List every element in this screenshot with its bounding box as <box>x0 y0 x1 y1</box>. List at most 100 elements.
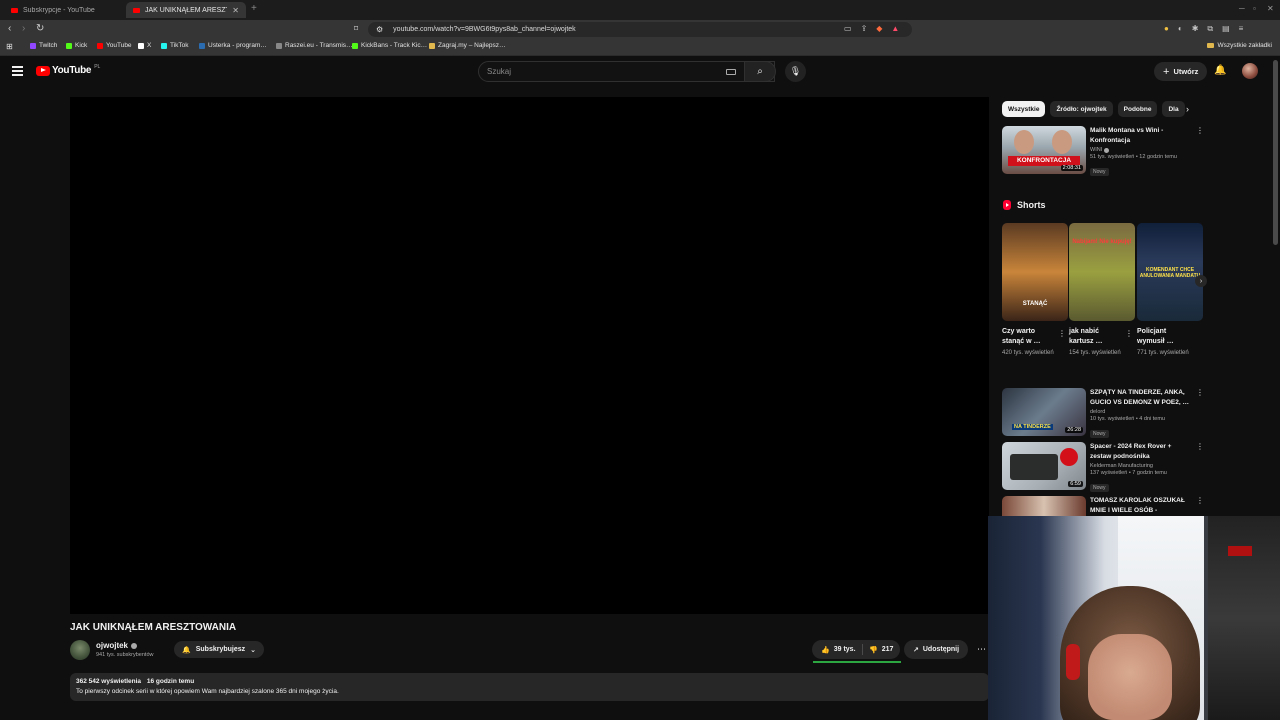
close-window-icon[interactable]: ✕ <box>1267 4 1274 13</box>
chip-related[interactable]: Podobne <box>1117 101 1158 117</box>
video-title-link[interactable]: TOMASZ KAROLAK OSZUKAŁ MNIE I WIELE OSÓB… <box>1090 496 1190 516</box>
extension-2-icon[interactable]: ◐ <box>1178 24 1183 34</box>
more-vert-icon[interactable]: ⋮ <box>1196 442 1204 451</box>
browser-tab-video[interactable]: JAK UNIKNĄŁEM ARESZTOWA… ✕ <box>126 2 246 18</box>
notifications-bell-icon[interactable]: 🔔 <box>1214 65 1226 76</box>
channel-name[interactable]: WINI <box>1090 147 1102 153</box>
short-thumbnail[interactable]: KOMENDANT CHCE ANULOWANIA MANDATU <box>1137 223 1203 321</box>
short-item[interactable]: STANĄĆ Czy warto stanąć w … 420 tys. wyś… <box>1002 223 1068 357</box>
bookmark-item[interactable]: Raszei.eu - Transmis… <box>276 42 353 49</box>
bookmark-item[interactable]: YouTube <box>97 42 132 49</box>
short-overlay-text: STANĄĆ <box>1022 301 1048 307</box>
video-title-link[interactable]: Spacer - 2024 Rex Rover + zestaw podnośn… <box>1090 442 1190 462</box>
more-vert-icon[interactable]: ⋮ <box>1196 388 1204 397</box>
recommendation-item[interactable]: NA TINDERZE 26:28 SZPĄTY NA TINDERZE, AN… <box>1002 388 1204 438</box>
short-title[interactable]: Policjant wymusił … <box>1137 327 1189 347</box>
bookmark-page-icon[interactable]: ⌑ <box>354 24 358 33</box>
brave-shield-icon[interactable]: ◆ <box>876 24 882 33</box>
youtube-logo[interactable]: YouTube PL <box>36 64 100 76</box>
bookmark-item[interactable]: Twitch <box>30 42 57 49</box>
bookmark-item[interactable]: Kick <box>66 42 87 49</box>
recommendation-item[interactable]: KONFRONTACJA 2:08:31 Malik Montana vs Wi… <box>1002 126 1204 176</box>
search-button[interactable]: ⌕ <box>744 61 776 82</box>
video-owner-row: ojwojtek 941 tys. subskrybentów 🔔 Subskr… <box>70 639 490 661</box>
thumbnail-vehicle <box>1010 454 1058 480</box>
short-item[interactable]: Nabijam! Nie kupuję! jak nabić kartusz …… <box>1069 223 1135 357</box>
short-title[interactable]: Czy warto stanąć w … <box>1002 327 1054 347</box>
channel-name-link[interactable]: ojwojtek <box>96 641 138 650</box>
page-scrollbar[interactable] <box>1273 60 1278 245</box>
account-avatar[interactable] <box>1242 63 1258 79</box>
channel-avatar[interactable] <box>70 640 90 660</box>
share-button[interactable]: ↗ Udostępnij <box>904 640 969 659</box>
verified-icon <box>131 642 138 649</box>
like-button[interactable]: 👍 39 tys. <box>812 644 863 655</box>
brave-rewards-icon[interactable]: ▲ <box>891 24 899 33</box>
channel-name[interactable]: Kelderman Manufacturing <box>1090 463 1153 469</box>
chip-all[interactable]: Wszystkie <box>1002 101 1046 117</box>
create-button[interactable]: + Utwórz <box>1154 62 1208 81</box>
subscriber-count: 941 tys. subskrybentów <box>96 652 154 658</box>
new-tab-icon[interactable]: + <box>251 3 257 14</box>
voice-search-button[interactable]: 🎙 <box>785 61 806 82</box>
bookmark-label: X <box>147 42 152 49</box>
site-info-icon[interactable]: ⚙ <box>376 25 383 34</box>
bookmark-item[interactable]: X <box>138 42 151 49</box>
install-app-icon[interactable]: ▭ <box>844 24 852 33</box>
more-vert-icon[interactable]: ⋮ <box>1125 329 1133 338</box>
minimize-icon[interactable]: ─ <box>1239 4 1245 13</box>
channel-name[interactable]: delord <box>1090 409 1105 415</box>
chevron-right-icon[interactable]: › <box>1186 104 1189 114</box>
reload-icon[interactable]: ↻ <box>36 23 44 34</box>
subscribed-button[interactable]: 🔔 Subskrybujesz ⌄ <box>174 641 265 658</box>
more-vert-icon[interactable]: ⋮ <box>1196 126 1204 135</box>
video-player[interactable] <box>70 97 989 614</box>
maximize-icon[interactable]: ▫ <box>1253 4 1256 13</box>
shorts-next-arrow-icon[interactable]: › <box>1195 275 1207 287</box>
search-placeholder: Szukaj <box>487 67 512 76</box>
video-title-link[interactable]: SZPĄTY NA TINDERZE, ANKA, GUCIO VS DEMON… <box>1090 388 1190 408</box>
recommendation-item[interactable]: 6:59 Spacer - 2024 Rex Rover + zestaw po… <box>1002 442 1204 492</box>
extensions-puzzle-icon[interactable]: ⧉ <box>1207 24 1213 34</box>
back-icon[interactable]: ‹ <box>8 23 11 34</box>
video-duration: 26:28 <box>1065 427 1083 433</box>
bookmark-item[interactable]: KickBans - Track Kic… <box>352 42 427 49</box>
extension-1-icon[interactable]: ● <box>1164 24 1169 34</box>
bookmark-item[interactable]: Usterka - program… <box>199 42 267 49</box>
url-field[interactable]: ⚙ youtube.com/watch?v=9BWG6t9pys8ab_chan… <box>368 22 912 37</box>
apps-grid-icon[interactable]: ⊞ <box>6 42 13 51</box>
webcam-person-face <box>1088 634 1172 720</box>
chip-from-channel[interactable]: Źródło: ojwojtek <box>1050 101 1113 117</box>
more-actions-icon[interactable]: ⋯ <box>974 640 989 659</box>
menu-icon[interactable]: ≡ <box>1239 24 1244 34</box>
sidebar-icon[interactable]: ▤ <box>1222 24 1230 34</box>
bookmark-label: Twitch <box>39 42 58 49</box>
share-page-icon[interactable]: ⇪ <box>861 24 868 33</box>
close-tab-icon[interactable]: ✕ <box>232 6 239 15</box>
dislike-button[interactable]: 👎 217 <box>863 646 893 654</box>
more-vert-icon[interactable]: ⋮ <box>1196 496 1202 505</box>
video-thumbnail[interactable] <box>1002 496 1086 516</box>
short-thumbnail[interactable]: Nabijam! Nie kupuję! <box>1069 223 1135 321</box>
keyboard-icon[interactable] <box>726 68 736 75</box>
bookmark-item[interactable]: TikTok <box>161 42 189 49</box>
short-item[interactable]: KOMENDANT CHCE ANULOWANIA MANDATU Policj… <box>1137 223 1203 357</box>
description-box[interactable]: 362 542 wyświetlenia 16 godzin temu To p… <box>70 673 989 701</box>
chip-for-you[interactable]: Dla <box>1162 101 1185 117</box>
video-thumbnail[interactable]: NA TINDERZE 26:28 <box>1002 388 1086 436</box>
forward-icon[interactable]: › <box>22 23 25 34</box>
description-stats: 362 542 wyświetlenia 16 godzin temu <box>76 678 983 685</box>
extension-3-icon[interactable]: ✱ <box>1192 24 1199 34</box>
recommendation-item[interactable]: TOMASZ KAROLAK OSZUKAŁ MNIE I WIELE OSÓB… <box>1002 496 1202 516</box>
short-thumbnail[interactable]: STANĄĆ <box>1002 223 1068 321</box>
more-vert-icon[interactable]: ⋮ <box>1058 329 1066 338</box>
search-input[interactable]: Szukaj <box>478 61 775 82</box>
bookmark-item[interactable]: Zagraj.my – Najlepsz… <box>429 42 506 49</box>
video-thumbnail[interactable]: KONFRONTACJA 2:08:31 <box>1002 126 1086 174</box>
browser-tab-subscriptions[interactable]: Subskrypcje - YouTube <box>4 2 124 18</box>
video-thumbnail[interactable]: 6:59 <box>1002 442 1086 490</box>
all-bookmarks-button[interactable]: Wszystkie zakładki <box>1207 42 1272 49</box>
video-title-link[interactable]: Malik Montana vs Wini - Konfrontacja <box>1090 126 1190 146</box>
guide-menu-icon[interactable] <box>12 66 23 78</box>
short-title[interactable]: jak nabić kartusz … <box>1069 327 1121 347</box>
